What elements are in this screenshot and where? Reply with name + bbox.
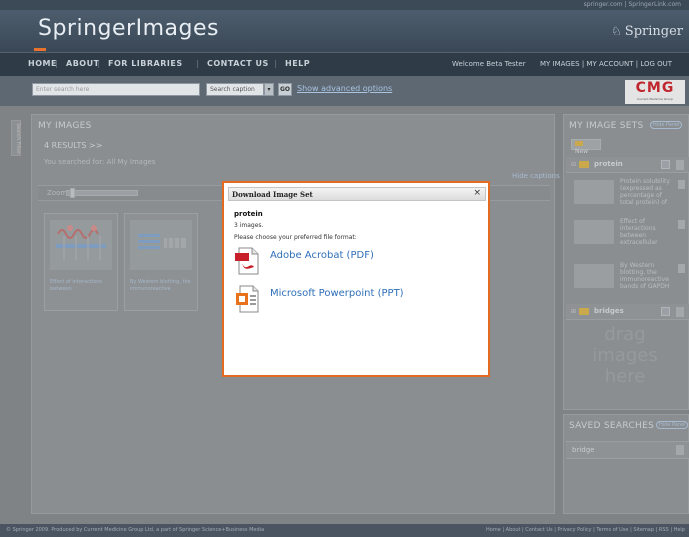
- nav-about[interactable]: ABOUT: [66, 59, 100, 68]
- hide-panel-button[interactable]: Hide Panel: [650, 121, 683, 129]
- image-count: 3 images.: [234, 222, 264, 229]
- saved-search-row[interactable]: bridge: [566, 441, 689, 459]
- image-set-name[interactable]: protein: [594, 160, 623, 168]
- set-item-thumbnail: [574, 220, 614, 244]
- trash-icon[interactable]: [676, 160, 684, 170]
- download-dialog: Download Image Set × protein 3 images. P…: [222, 181, 490, 377]
- search-filter-label: Search Filter: [15, 123, 21, 155]
- go-button[interactable]: GO: [278, 83, 292, 96]
- hide-captions-link[interactable]: Hide captions: [512, 172, 560, 180]
- cmg-logo-text: CMG: [635, 80, 675, 96]
- saved-search-name[interactable]: bridge: [572, 446, 594, 454]
- dialog-title: Download Image Set: [232, 190, 313, 199]
- download-ppt-option[interactable]: Microsoft Powerpoint (PPT): [234, 285, 434, 313]
- nav-separator: |: [196, 59, 199, 68]
- image-thumbnail[interactable]: By Western blotting, the immunoreactive: [124, 213, 198, 311]
- set-item-thumbnail: [574, 264, 614, 288]
- expand-icon[interactable]: ⊟: [571, 161, 576, 168]
- set-item-caption: Protein solubility (expressed as percent…: [620, 178, 670, 206]
- zoom-slider-handle[interactable]: [70, 188, 75, 198]
- nav-separator: |: [274, 59, 277, 68]
- hide-panel-button[interactable]: Hide Panel: [656, 421, 689, 429]
- image-set-row[interactable]: ⊟ protein: [566, 157, 689, 173]
- image-set-name: protein: [234, 210, 263, 218]
- trash-icon[interactable]: [678, 220, 685, 229]
- main-nav: HOME | ABOUT | FOR LIBRARIES | CONTACT U…: [0, 52, 689, 76]
- format-prompt: Please choose your preferred file format…: [234, 234, 357, 241]
- nav-contact-us[interactable]: CONTACT US: [207, 59, 269, 68]
- nav-separator: |: [97, 59, 100, 68]
- pdf-option-label[interactable]: Adobe Acrobat (PDF): [270, 250, 374, 261]
- external-links[interactable]: springer.com | SpringerLink.com: [584, 1, 681, 8]
- search-input[interactable]: Enter search here: [32, 83, 200, 96]
- cmg-logo[interactable]: CMG Current Medicine Group: [625, 80, 685, 104]
- save-icon[interactable]: [661, 307, 670, 316]
- cmg-logo-subtitle: Current Medicine Group: [637, 97, 673, 101]
- download-pdf-option[interactable]: Adobe Acrobat (PDF): [234, 247, 434, 275]
- new-set-label: New: [575, 148, 589, 155]
- thumbnail-caption[interactable]: Effect of interactions between: [50, 279, 114, 293]
- dialog-title-bar[interactable]: Download Image Set ×: [228, 187, 486, 201]
- expand-icon[interactable]: ⊞: [571, 308, 576, 315]
- ppt-file-icon[interactable]: [234, 285, 260, 313]
- ppt-option-label[interactable]: Microsoft Powerpoint (PPT): [270, 288, 404, 299]
- springer-horse-icon: ♘: [611, 24, 622, 38]
- nav-separator: |: [55, 59, 58, 68]
- new-set-button[interactable]: New: [571, 139, 601, 155]
- advanced-options-link[interactable]: Show advanced options: [297, 84, 392, 93]
- close-icon[interactable]: ×: [473, 188, 481, 198]
- search-scope-select[interactable]: Search caption: [206, 83, 264, 96]
- image-set-name[interactable]: bridges: [594, 307, 624, 315]
- image-set-item[interactable]: Protein solubility (expressed as percent…: [566, 176, 689, 210]
- drag-drop-hint[interactable]: drag images here: [575, 324, 675, 387]
- folder-icon: [575, 141, 583, 146]
- saved-searches-title: SAVED SEARCHES: [569, 421, 655, 431]
- copyright-text: © Springer 2009. Produced by Current Med…: [6, 527, 265, 533]
- nav-home[interactable]: HOME: [28, 59, 57, 68]
- image-set-item[interactable]: By Western blotting, the immunoreactive …: [566, 260, 689, 294]
- footer-links[interactable]: Home | About | Contact Us | Privacy Poli…: [486, 527, 685, 533]
- nav-help[interactable]: HELP: [285, 59, 310, 68]
- footer: © Springer 2009. Produced by Current Med…: [0, 524, 689, 537]
- set-item-caption: Effect of interactions between extracell…: [620, 218, 658, 246]
- search-bar: Enter search here Search caption ▾ GO Sh…: [0, 76, 689, 106]
- top-strip: springer.com | SpringerLink.com: [0, 0, 689, 10]
- nav-for-libraries[interactable]: FOR LIBRARIES: [108, 59, 183, 68]
- search-summary: You searched for: All My Images: [44, 158, 156, 166]
- image-sets-title: MY IMAGE SETS: [569, 121, 644, 131]
- publisher-name: Springer: [624, 24, 683, 39]
- thumbnail-caption[interactable]: By Western blotting, the immunoreactive: [130, 279, 194, 293]
- site-logo[interactable]: SpringerImages: [38, 16, 219, 41]
- header: SpringerImages ♘ Springer: [0, 10, 689, 52]
- trash-icon[interactable]: [676, 445, 684, 455]
- blot-thumbnail-image: [130, 220, 192, 270]
- diagram-thumbnail-image: [50, 220, 112, 270]
- publisher-logo[interactable]: ♘ Springer: [611, 24, 683, 39]
- results-count[interactable]: 4 RESULTS >>: [44, 141, 102, 150]
- image-set-row[interactable]: ⊞ bridges: [566, 304, 689, 320]
- set-item-caption: By Western blotting, the immunoreactive …: [620, 262, 670, 290]
- folder-icon: [579, 161, 589, 168]
- logo-accent: [34, 48, 46, 51]
- zoom-slider[interactable]: [66, 190, 138, 196]
- panel-title: MY IMAGES: [38, 121, 92, 131]
- search-filter-tab[interactable]: Search Filter: [11, 120, 21, 156]
- set-item-thumbnail: [574, 180, 614, 204]
- trash-icon[interactable]: [678, 180, 685, 189]
- save-icon[interactable]: [661, 160, 670, 169]
- pdf-file-icon[interactable]: [234, 247, 260, 275]
- image-set-item[interactable]: Effect of interactions between extracell…: [566, 216, 689, 250]
- trash-icon[interactable]: [678, 264, 685, 273]
- trash-icon[interactable]: [676, 307, 684, 317]
- welcome-text: Welcome Beta Tester: [452, 60, 526, 68]
- chevron-down-icon[interactable]: ▾: [264, 83, 274, 96]
- user-links[interactable]: MY IMAGES | MY ACCOUNT | LOG OUT: [540, 60, 672, 68]
- image-thumbnail[interactable]: Effect of interactions between: [44, 213, 118, 311]
- folder-icon: [579, 308, 589, 315]
